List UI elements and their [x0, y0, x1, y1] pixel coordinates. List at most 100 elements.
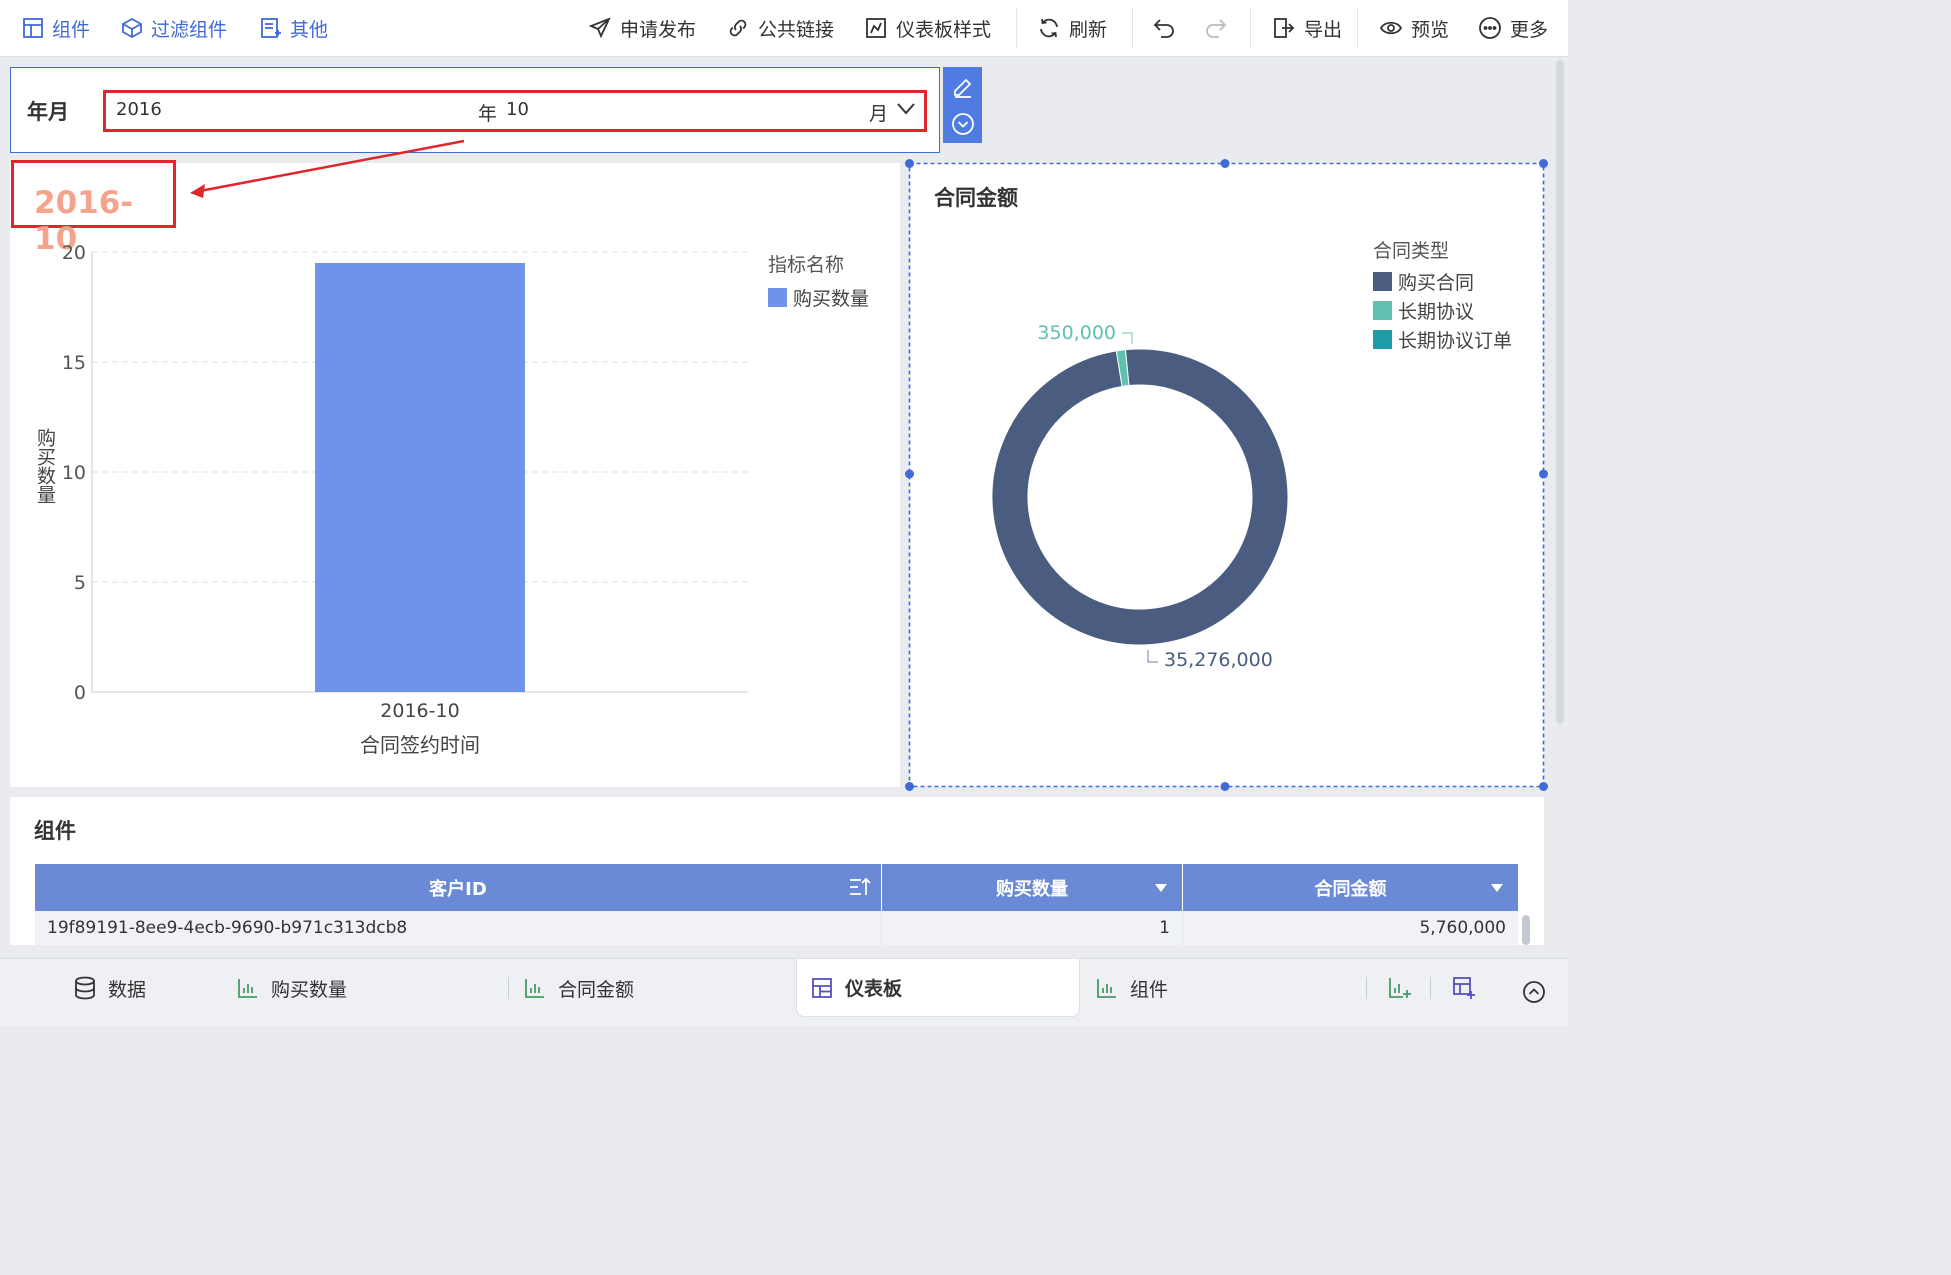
filter-label: 年月	[27, 100, 69, 124]
bar-legend: 指标名称 购买数量	[768, 250, 869, 312]
undo-button[interactable]	[1152, 0, 1176, 56]
dashboard-style-icon	[864, 16, 888, 40]
donut-slice	[991, 348, 1289, 646]
sort-icon[interactable]	[849, 877, 871, 897]
legend-item[interactable]: 购买合同	[1373, 267, 1512, 296]
tab-label: 购买数量	[271, 978, 348, 1001]
legend-item[interactable]: 长期协议	[1373, 296, 1512, 325]
publish-button[interactable]: 申请发布	[588, 0, 696, 56]
redo-button[interactable]	[1204, 0, 1228, 56]
year-value: 2016	[116, 99, 162, 120]
label-leader-line	[1122, 332, 1133, 344]
tab-label: 组件	[1130, 978, 1169, 1001]
caret-down-icon[interactable]	[1154, 883, 1168, 893]
column-header-label: 购买数量	[996, 878, 1068, 900]
y-axis-label: 购买数量	[34, 428, 56, 504]
pie-chart-title: 合同金额	[934, 186, 1018, 210]
refresh-icon	[1037, 16, 1061, 40]
tab-data[interactable]: 数据	[74, 959, 146, 1017]
export-button[interactable]: 导出	[1272, 0, 1342, 56]
legend-swatch	[1373, 301, 1392, 320]
legend-label: 购买合同	[1398, 272, 1475, 294]
edit-icon[interactable]	[951, 75, 975, 99]
collapse-up-icon[interactable]	[1522, 980, 1546, 1004]
refresh-label: 刷新	[1069, 18, 1108, 41]
donut-chart: 35,276,000 350,000	[991, 322, 1289, 671]
table-scrollbar[interactable]	[1522, 915, 1530, 945]
caret-down-icon[interactable]	[1490, 883, 1504, 893]
page-scrollbar[interactable]	[1556, 60, 1564, 724]
legend-label: 长期协议订单	[1398, 330, 1513, 352]
tab-divider	[1366, 977, 1367, 999]
pie-legend-title: 合同类型	[1373, 240, 1450, 262]
chevron-down-icon[interactable]	[896, 102, 916, 116]
refresh-button[interactable]: 刷新	[1037, 0, 1107, 56]
annotation-highlight-box: 2016-10	[11, 160, 176, 257]
public-link-button[interactable]: 公共链接	[726, 0, 834, 56]
public-link-label: 公共链接	[758, 18, 835, 41]
other-icon	[260, 17, 282, 39]
column-header-label: 客户ID	[429, 878, 487, 900]
table-cell: 1	[882, 911, 1183, 945]
circle-chevron-down-icon[interactable]	[951, 112, 975, 136]
more-button[interactable]: 更多	[1478, 0, 1548, 56]
legend-swatch	[768, 288, 787, 307]
label-leader-line	[1147, 650, 1158, 663]
legend-item[interactable]: 长期协议订单	[1373, 325, 1512, 354]
legend-label: 长期协议	[1398, 301, 1475, 323]
tab-contract-amount[interactable]: 合同金额	[524, 959, 634, 1017]
column-header[interactable]: 客户ID	[35, 864, 882, 911]
toolbar-divider	[1016, 8, 1017, 48]
filter-component-button[interactable]: 过滤组件	[121, 0, 227, 56]
table-widget: 组件 客户ID 购买数量 合同金额 19f89191-8ee9-4ecb-969…	[10, 797, 1544, 945]
legend-swatch	[1373, 330, 1392, 349]
month-unit: 月	[869, 103, 889, 125]
export-label: 导出	[1304, 18, 1343, 41]
bar-chart-icon	[237, 977, 259, 999]
send-icon	[588, 16, 612, 40]
tab-component[interactable]: 组件	[1096, 959, 1168, 1017]
tab-label: 仪表板	[845, 978, 903, 1000]
add-chart-icon[interactable]	[1388, 976, 1412, 1000]
year-month-picker[interactable]: 2016 年 10 月	[103, 90, 927, 132]
redo-icon	[1204, 16, 1228, 40]
y-tick-label: 0	[74, 682, 86, 704]
tab-divider	[1430, 977, 1431, 999]
table-title: 组件	[34, 819, 76, 843]
legend-swatch	[1373, 272, 1392, 291]
component-button[interactable]: 组件	[22, 0, 90, 56]
dashboard-icon	[811, 977, 833, 999]
link-icon	[726, 16, 750, 40]
slice-value-label: 350,000	[1037, 322, 1116, 344]
bar-chart: 0 5 10 15 20 2016-10 合同签约时间	[62, 242, 748, 757]
month-value: 10	[506, 99, 529, 120]
table-row[interactable]: 19f89191-8ee9-4ecb-9690-b971c313dcb8 1 5…	[35, 911, 1518, 945]
toolbar-divider	[1250, 8, 1251, 48]
database-icon	[74, 976, 96, 1000]
bar-legend-title: 指标名称	[768, 254, 845, 276]
tab-label: 数据	[108, 978, 147, 1001]
column-header[interactable]: 合同金额	[1183, 864, 1518, 911]
dashboard-style-button[interactable]: 仪表板样式	[864, 0, 991, 56]
bar	[315, 263, 525, 692]
add-dashboard-icon[interactable]	[1452, 976, 1476, 1000]
other-button[interactable]: 其他	[260, 0, 328, 56]
table-header: 客户ID 购买数量 合同金额	[35, 864, 1518, 911]
x-tick-label: 2016-10	[380, 700, 459, 722]
tab-purchase-quantity[interactable]: 购买数量	[237, 959, 347, 1017]
component-label: 组件	[52, 18, 91, 41]
widget-side-buttons	[943, 67, 982, 143]
preview-button[interactable]: 预览	[1379, 0, 1449, 56]
legend-item[interactable]: 购买数量	[768, 283, 869, 312]
column-header[interactable]: 购买数量	[882, 864, 1183, 911]
preview-label: 预览	[1411, 18, 1450, 41]
year-unit: 年	[478, 103, 498, 125]
y-tick-label: 20	[62, 242, 86, 264]
toolbar-divider	[1132, 8, 1133, 48]
bottom-tab-bar: 数据 购买数量 合同金额 仪表板 组件	[0, 958, 1568, 1026]
publish-label: 申请发布	[620, 18, 697, 41]
bar-chart-icon	[524, 977, 546, 999]
year-month-filter: 年月 2016 年 10 月	[10, 67, 940, 153]
tab-dashboard[interactable]: 仪表板	[796, 959, 1080, 1017]
filter-component-label: 过滤组件	[151, 18, 228, 41]
